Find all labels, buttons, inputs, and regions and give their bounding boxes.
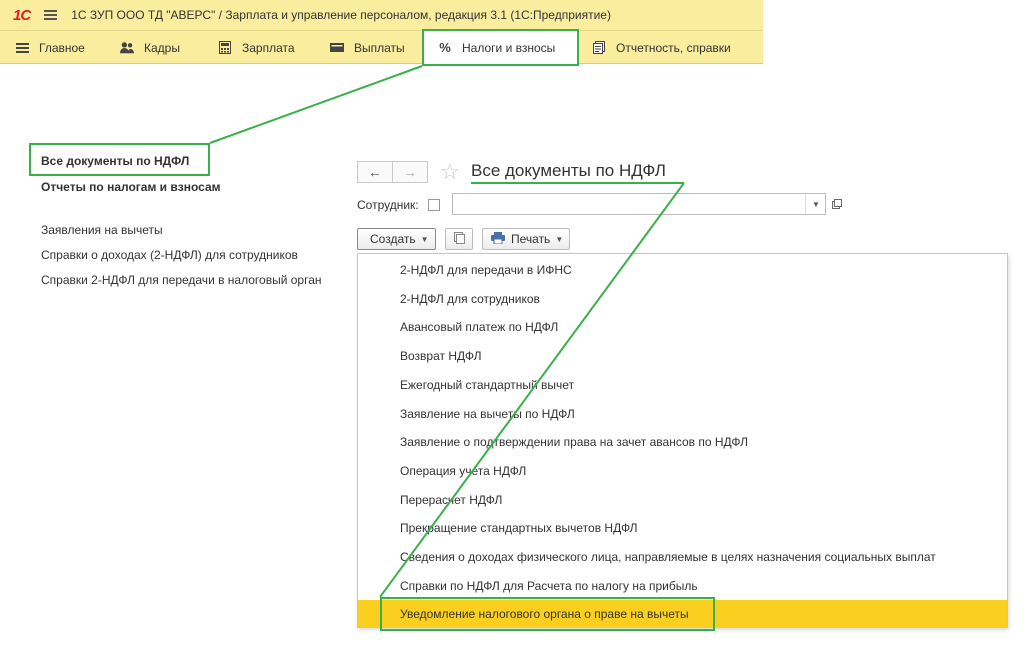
people-icon [120,41,134,55]
copy-icon [453,231,465,247]
create-menu-item[interactable]: Заявление о подтверждении права на зачет… [358,428,1007,456]
create-menu-item[interactable]: 2-НДФЛ для передачи в ИФНС [358,256,1007,284]
section-main[interactable]: Главное [15,31,85,64]
create-menu-item[interactable]: Справки по НДФЛ для Расчета по налогу на… [358,572,1007,600]
section-hr[interactable]: Кадры [120,31,180,64]
nav-income-certificates[interactable]: Справки о доходах (2-НДФЛ) для сотрудник… [41,248,298,262]
nav-deduction-applications[interactable]: Заявления на вычеты [41,223,163,237]
section-payments[interactable]: Выплаты [330,31,405,64]
star-icon[interactable]: ☆ [440,159,460,185]
app-logo: 1С [13,6,31,24]
section-label: Налоги и взносы [462,40,556,55]
section-panel: Главное Кадры Зарплата Выплаты % Налоги … [0,30,763,64]
reports-icon [592,41,606,55]
nav-all-ndfl-documents[interactable]: Все документы по НДФЛ [41,154,189,168]
forward-button[interactable]: → [392,161,428,183]
employee-label: Сотрудник: [357,198,419,212]
section-label: Главное [39,40,85,55]
create-menu-item[interactable]: Авансовый платеж по НДФЛ [358,313,1007,341]
copy-button[interactable] [445,228,473,250]
section-taxes[interactable]: % Налоги и взносы [423,31,578,64]
section-label: Выплаты [354,40,405,55]
section-reports[interactable]: Отчетность, справки [592,31,731,64]
arrow-right-icon: → [403,164,417,180]
create-dropdown-menu: 2-НДФЛ для передачи в ИФНС 2-НДФЛ для сот… [357,253,1008,629]
main-menu-icon[interactable] [44,10,58,20]
create-menu-item[interactable]: 2-НДФЛ для сотрудников [358,285,1007,313]
create-menu-item[interactable]: Возврат НДФЛ [358,342,1007,370]
nav-tax-authority-certificates[interactable]: Справки 2-НДФЛ для передачи в налоговый … [41,273,322,287]
title-bar: 1С 1С ЗУП ООО ТД "АВЕРС" / Зарплата и уп… [0,0,763,30]
percent-icon: % [439,40,451,55]
create-menu-item[interactable]: Прекращение стандартных вычетов НДФЛ [358,514,1007,542]
create-button[interactable]: Создать ▼ [357,228,436,250]
back-button[interactable]: ← [357,161,393,183]
open-icon[interactable] [828,194,846,214]
create-menu-item[interactable]: Перерасчет НДФЛ [358,486,1007,514]
employee-input[interactable] [452,193,826,215]
arrow-left-icon: ← [368,164,382,180]
printer-icon [491,231,505,247]
wallet-icon [330,41,344,55]
print-button[interactable]: Печать ▼ [482,228,570,250]
section-salary[interactable]: Зарплата [218,31,295,64]
create-label: Создать [370,232,416,246]
print-label: Печать [511,232,551,246]
chevron-down-icon[interactable]: ▼ [805,194,826,214]
caret-down-icon: ▼ [555,234,564,244]
window-title: 1С ЗУП ООО ТД "АВЕРС" / Зарплата и управ… [71,8,611,22]
employee-filter-checkbox[interactable] [428,199,440,211]
create-menu-item[interactable]: Уведомление налогового органа о праве на… [358,600,1007,629]
nav-tax-reports[interactable]: Отчеты по налогам и взносам [41,180,221,194]
list-icon [15,41,29,55]
section-label: Кадры [144,40,180,55]
document-title: Все документы по НДФЛ [471,161,666,180]
create-menu-item[interactable]: Ежегодный стандартный вычет [358,371,1007,399]
create-menu-item[interactable]: Операция учета НДФЛ [358,457,1007,485]
create-menu-item[interactable]: Заявление на вычеты по НДФЛ [358,400,1007,428]
calculator-icon [218,41,232,55]
caret-down-icon: ▼ [420,234,429,244]
create-menu-item[interactable]: Сведения о доходах физического лица, нап… [358,543,1007,571]
section-label: Зарплата [242,40,295,55]
section-label: Отчетность, справки [616,40,731,55]
